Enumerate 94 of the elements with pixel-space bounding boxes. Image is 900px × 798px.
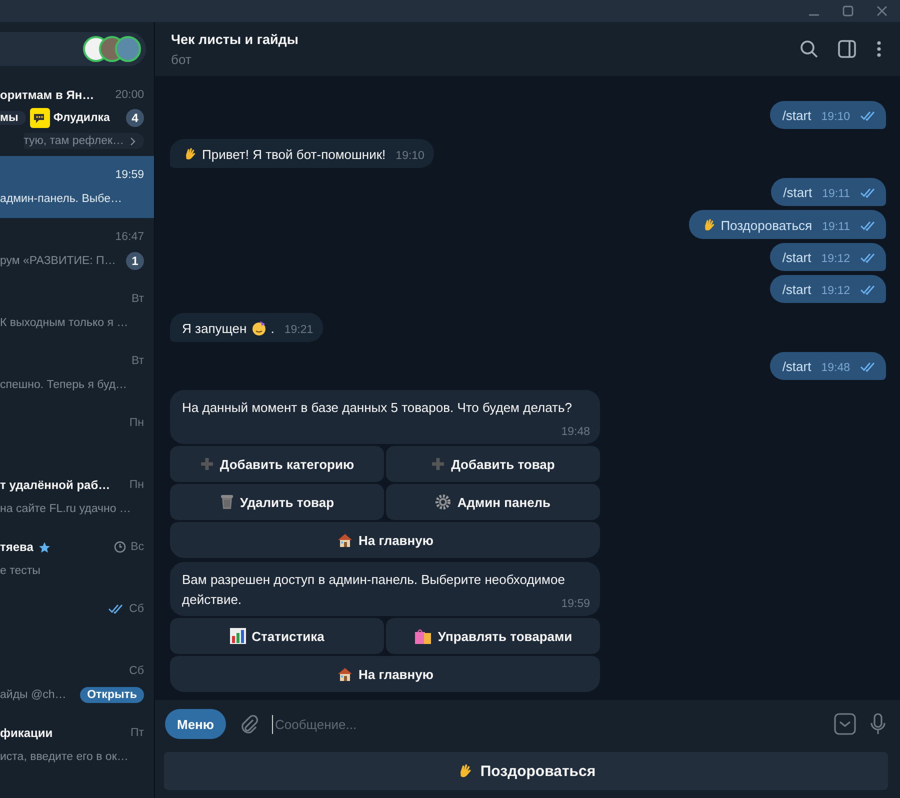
maximize-icon[interactable] (842, 5, 854, 17)
chat-time: 20:00 (115, 89, 144, 101)
message-text: Я запущен . (182, 320, 274, 336)
house-icon (336, 532, 352, 548)
close-icon[interactable] (876, 5, 888, 17)
attach-icon[interactable] (240, 714, 258, 734)
message-preview: на сайте FL.ru удачно … (0, 503, 131, 515)
keyboard-button[interactable]: Статистика (170, 618, 384, 654)
message-input[interactable]: Сообщение... (272, 714, 820, 734)
message-composer[interactable]: Меню Сообщение... (155, 700, 900, 748)
message-text: Привет! Я твой бот-помошник! (182, 146, 386, 162)
topic-chip[interactable]: Флудилка (30, 107, 118, 129)
keyboard-button[interactable]: На главную (170, 656, 600, 692)
message-time: 19:48 (821, 362, 850, 374)
keyboard-button[interactable]: Удалить товар (170, 484, 384, 520)
plus-icon (431, 457, 446, 471)
chat-subtitle: бот (171, 52, 192, 66)
message-time: 19:59 (561, 597, 590, 612)
house-icon (336, 666, 352, 682)
message-text: /start (782, 108, 812, 123)
chat-list-item[interactable]: Пн (0, 404, 154, 466)
message-time: 19:21 (284, 324, 314, 336)
message-preview: е тесты (0, 565, 40, 577)
microphone-icon[interactable] (870, 713, 886, 735)
gear-icon (435, 494, 452, 510)
trash-icon (220, 494, 234, 510)
chat-list-item[interactable]: Сб (0, 590, 154, 652)
message-time: 19:48 (561, 425, 590, 440)
keyboard-button[interactable]: На главную (170, 522, 600, 558)
search-icon[interactable] (800, 40, 818, 58)
message-text: На данный момент в базе данных 5 товаров. Что будем делать? (182, 400, 572, 415)
side-panel-icon[interactable] (838, 40, 856, 58)
keyboard-button[interactable]: Управлять товарами (386, 618, 600, 654)
keyboard-button[interactable]: Добавить категорию (170, 446, 384, 482)
chat-time: Пн (129, 479, 144, 491)
message-text: /start (782, 250, 812, 265)
chat-time: Пн (129, 417, 144, 429)
chat-list-item[interactable]: Вт спешно. Теперь я буд… (0, 342, 154, 404)
message-text: /start (782, 282, 812, 297)
chat-title: оритмам в Ян… (0, 88, 94, 102)
sticker-icon[interactable] (834, 713, 856, 735)
bar-chart-icon (230, 628, 246, 644)
message-time: 19:10 (821, 111, 850, 123)
more-icon[interactable] (876, 40, 882, 58)
message-preview: айды @ch… (0, 689, 66, 701)
chat-list-item[interactable]: 19:59 админ-панель. Выбе… (0, 156, 154, 218)
chat-time: Вс (130, 541, 144, 553)
chat-title: т удалённой раб… (0, 478, 110, 492)
message-preview: К выходным только я … (0, 317, 128, 329)
message-time: 19:11 (822, 221, 850, 233)
search-field[interactable] (0, 32, 146, 66)
menu-button[interactable]: Меню (165, 709, 226, 739)
message-preview: спешно. Теперь я буд… (0, 379, 128, 391)
unread-badge: 1 (126, 252, 144, 270)
chat-time: Сб (129, 665, 144, 677)
unread-badge: 4 (126, 109, 144, 127)
chat-time: 19:59 (115, 169, 144, 181)
chat-list-item[interactable]: 16:47 рум «РАЗВИТИЕ: П… 1 (0, 218, 154, 280)
message-time: 19:11 (822, 188, 850, 200)
party-face-icon (250, 320, 267, 336)
message-preview: иста, введите его в ок… (0, 751, 128, 763)
open-button[interactable]: Открыть (80, 687, 144, 703)
chat-time: Сб (129, 603, 144, 615)
topic-chip[interactable]: мы (0, 111, 26, 125)
chat-list-item[interactable]: тяева Вс е тесты (0, 528, 154, 590)
message-text: Поздороваться (700, 217, 812, 233)
chat-title: тяева (0, 540, 34, 554)
chat-time: Пт (130, 727, 144, 739)
message-preview[interactable]: тую, там рефлек… (24, 133, 144, 149)
message-text: /start (783, 185, 812, 200)
message-preview: рум «РАЗВИТИЕ: П… (0, 255, 116, 267)
chat-title: Чек листы и гайды (171, 32, 300, 46)
message-time: 19:12 (821, 253, 850, 265)
chat-time: Вт (131, 355, 144, 367)
message-time: 19:12 (821, 285, 850, 297)
chat-title: фикации (0, 726, 53, 740)
message-time: 19:10 (396, 150, 424, 162)
chat-list-item[interactable]: Вт К выходным только я … (0, 280, 154, 342)
shopping-bags-icon (414, 628, 432, 644)
speech-bubble-icon (30, 108, 50, 128)
reply-keyboard-button[interactable]: Поздороваться (164, 752, 888, 790)
keyboard-button[interactable]: Добавить товар (386, 446, 600, 482)
chevron-right-icon (130, 136, 136, 146)
message-text: /start (782, 359, 812, 374)
chat-list-item[interactable]: Сб айды @ch… Открыть (0, 652, 154, 714)
plus-icon (200, 457, 214, 471)
chat-list-item[interactable]: т удалённой раб… Пн на сайте FL.ru удачно … (0, 466, 154, 528)
chat-list-item[interactable]: оритмам в Ян… 20:00 мы Флудилка 4 тую, там рефлек… (0, 76, 154, 156)
chat-time: Вт (131, 293, 144, 305)
keyboard-button[interactable]: Админ панель (386, 484, 600, 520)
chat-list-item[interactable]: фикации Пт иста, введите его в ок… (0, 714, 154, 776)
chat-time: 16:47 (115, 231, 144, 243)
stories-avatars-icon[interactable] (82, 35, 142, 63)
message-preview: админ-панель. Выбе… (0, 193, 122, 205)
